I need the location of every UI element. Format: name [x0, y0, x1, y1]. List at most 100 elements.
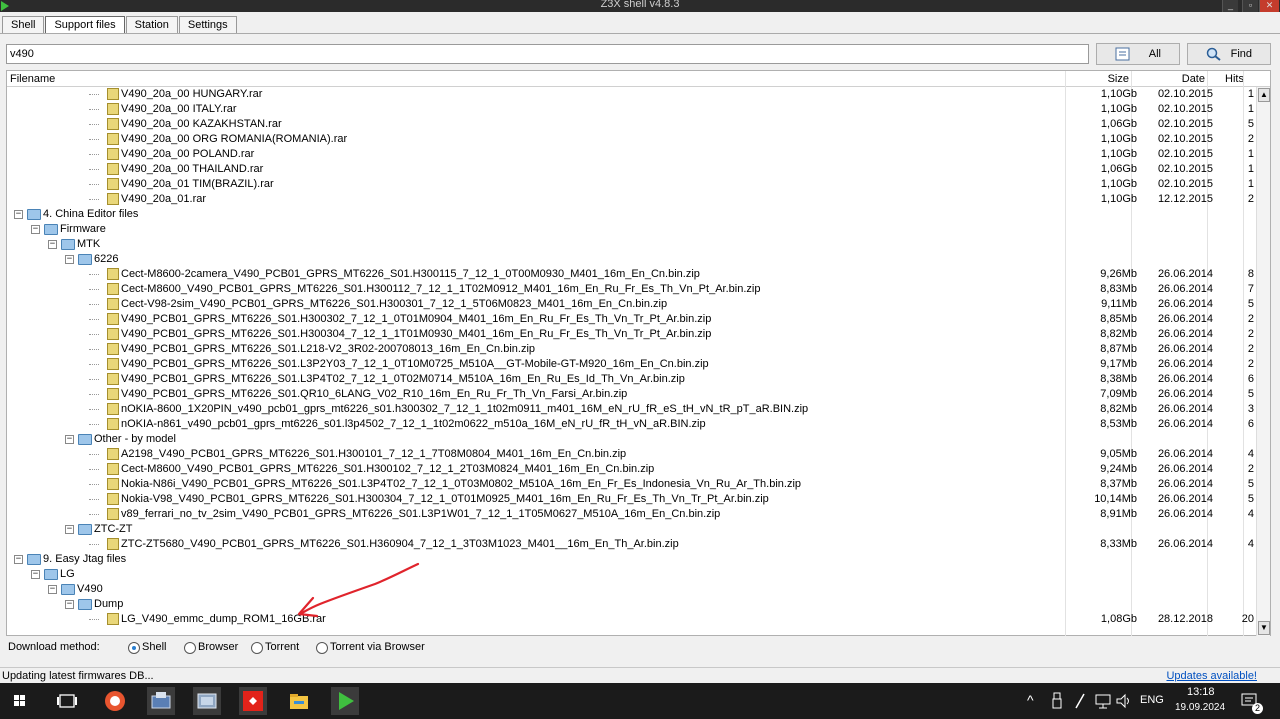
tree-file-row[interactable]: Cect-M8600_V490_PCB01_GPRS_MT6226_S01.H3…: [7, 462, 1257, 477]
tab-settings[interactable]: Settings: [178, 16, 237, 33]
volume-icon[interactable]: [1115, 692, 1133, 710]
collapse-icon[interactable]: −: [31, 225, 40, 234]
minimize-button[interactable]: _: [1222, 0, 1238, 12]
updates-available-link[interactable]: Updates available!: [1166, 670, 1257, 682]
language-indicator[interactable]: ENG: [1140, 694, 1164, 706]
tree-file-row[interactable]: LG_V490_emmc_dump_ROM1_16GB.rar 1,08Gb 28.…: [7, 612, 1257, 627]
tree-folder-row[interactable]: − Dump: [7, 597, 1257, 612]
tree-file-row[interactable]: v89_ferrari_no_tv_2sim_V490_PCB01_GPRS_M…: [7, 507, 1257, 522]
scroll-down-icon[interactable]: ▼: [1258, 621, 1270, 635]
collapse-icon[interactable]: −: [65, 435, 74, 444]
tree-file-row[interactable]: V490_20a_00 KAZAKHSTAN.rar 1,06Gb 02.10.20…: [7, 117, 1257, 132]
tree-file-row[interactable]: Nokia-V98_V490_PCB01_GPRS_MT6226_S01.H30…: [7, 492, 1257, 507]
collapse-icon[interactable]: −: [65, 525, 74, 534]
tree-file-row[interactable]: V490_20a_01.rar 1,10Gb 12.12.2015 2: [7, 192, 1257, 207]
collapse-icon[interactable]: −: [31, 570, 40, 579]
collapse-icon[interactable]: −: [14, 555, 23, 564]
device-manager-icon[interactable]: [193, 687, 221, 715]
windows-start-icon[interactable]: [6, 687, 34, 715]
tree-file-row[interactable]: Cect-V98-2sim_V490_PCB01_GPRS_MT6226_S01…: [7, 297, 1257, 312]
pen-icon[interactable]: [1073, 692, 1087, 710]
tree-file-row[interactable]: A2198_V490_PCB01_GPRS_MT6226_S01.H300101…: [7, 447, 1257, 462]
tab-shell[interactable]: Shell: [2, 16, 45, 33]
column-hits[interactable]: Hits: [1225, 73, 1244, 85]
collapse-icon[interactable]: −: [65, 255, 74, 264]
radio-icon: [251, 642, 263, 654]
archive-file-icon: [107, 133, 119, 145]
z3x-shell-icon[interactable]: [331, 687, 359, 715]
all-button[interactable]: All: [1096, 43, 1180, 65]
collapse-icon[interactable]: −: [48, 240, 57, 249]
file-date: 02.10.2015: [1157, 133, 1213, 145]
usb-icon[interactable]: [1050, 692, 1064, 710]
tree-folder-row[interactable]: − ZTC-ZT: [7, 522, 1257, 537]
tree-file-row[interactable]: nOKIA-8600_1X20PIN_v490_pcb01_gprs_mt622…: [7, 402, 1257, 417]
tree-file-row[interactable]: V490_20a_00 THAILAND.rar 1,06Gb 02.10.2015…: [7, 162, 1257, 177]
tree-file-row[interactable]: V490_20a_00 ITALY.rar 1,10Gb 02.10.2015 1: [7, 102, 1257, 117]
task-view-icon[interactable]: [53, 687, 81, 715]
collapse-icon[interactable]: −: [48, 585, 57, 594]
tree-folder-row[interactable]: − MTK: [7, 237, 1257, 252]
tree-file-row[interactable]: nOKIA-n861_v490_pcb01_gprs_mt6226_s01.l3…: [7, 417, 1257, 432]
file-hits: 1: [1247, 163, 1254, 175]
clock-time[interactable]: 13:18: [1187, 686, 1215, 698]
collapse-icon[interactable]: −: [65, 600, 74, 609]
file-name: V490_20a_00 THAILAND.rar: [121, 163, 264, 175]
vertical-scrollbar[interactable]: ▲ ▼: [1256, 87, 1270, 636]
tree-file-row[interactable]: Nokia-N86i_V490_PCB01_GPRS_MT6226_S01.L3…: [7, 477, 1257, 492]
network-icon[interactable]: [1094, 692, 1112, 710]
tree-folder-row[interactable]: − 9. Easy Jtag files: [7, 552, 1257, 567]
network-app-icon[interactable]: [147, 687, 175, 715]
tray-expand-icon[interactable]: ^: [1027, 692, 1034, 708]
tree-connector: [89, 154, 99, 155]
notification-count-badge: 2: [1252, 703, 1263, 714]
column-filename[interactable]: Filename: [10, 73, 55, 85]
find-button[interactable]: Find: [1187, 43, 1271, 65]
column-size[interactable]: Size: [1108, 73, 1129, 85]
tree-file-row[interactable]: V490_20a_00 ORG ROMANIA(ROMANIA).rar 1,10…: [7, 132, 1257, 147]
tree-file-row[interactable]: Cect-M8600-2camera_V490_PCB01_GPRS_MT622…: [7, 267, 1257, 282]
maximize-button[interactable]: ▫: [1242, 0, 1258, 12]
anydesk-icon[interactable]: [239, 687, 267, 715]
tree-file-row[interactable]: V490_PCB01_GPRS_MT6226_S01.L218-V2_3R02-…: [7, 342, 1257, 357]
tree-folder-row[interactable]: − Firmware: [7, 222, 1257, 237]
tab-support-files[interactable]: Support files: [45, 16, 125, 34]
tree-file-row[interactable]: V490_PCB01_GPRS_MT6226_S01.H300304_7_12_…: [7, 327, 1257, 342]
tab-station[interactable]: Station: [125, 16, 178, 33]
file-date: 26.06.2014: [1157, 283, 1213, 295]
tree-folder-row[interactable]: − Other - by model: [7, 432, 1257, 447]
scroll-up-icon[interactable]: ▲: [1258, 88, 1270, 102]
tree-file-row[interactable]: V490_PCB01_GPRS_MT6226_S01.QR10_6LANG_V0…: [7, 387, 1257, 402]
tree-file-row[interactable]: ZTC-ZT5680_V490_PCB01_GPRS_MT6226_S01.H3…: [7, 537, 1257, 552]
archive-file-icon: [107, 478, 119, 490]
file-hits: 2: [1247, 133, 1254, 145]
tree-file-row[interactable]: V490_20a_00 HUNGARY.rar 1,10Gb 02.10.2015 1: [7, 87, 1257, 102]
tree-folder-row[interactable]: − V490: [7, 582, 1257, 597]
tree-file-row[interactable]: V490_20a_00 POLAND.rar 1,10Gb 02.10.2015 1: [7, 147, 1257, 162]
file-hits: 1: [1247, 178, 1254, 190]
search-input[interactable]: [6, 44, 1089, 64]
tree-connector: [89, 379, 99, 380]
archive-file-icon: [107, 358, 119, 370]
file-explorer-icon[interactable]: [285, 687, 313, 715]
tree-file-row[interactable]: Cect-M8600_V490_PCB01_GPRS_MT6226_S01.H3…: [7, 282, 1257, 297]
tree-connector: [89, 499, 99, 500]
tree-connector: [89, 409, 99, 410]
tree-folder-row[interactable]: − LG: [7, 567, 1257, 582]
file-size: 1,06Gb: [1100, 118, 1137, 130]
folder-icon: [44, 224, 58, 235]
file-date: 26.06.2014: [1157, 478, 1213, 490]
tree-folder-row[interactable]: − 6226: [7, 252, 1257, 267]
tree-folder-row[interactable]: − 4. China Editor files: [7, 207, 1257, 222]
browser-app-icon[interactable]: [101, 687, 129, 715]
tree-file-row[interactable]: V490_20a_01 TIM(BRAZIL).rar 1,10Gb 02.10.2…: [7, 177, 1257, 192]
tree-file-row[interactable]: V490_PCB01_GPRS_MT6226_S01.L3P4T02_7_12_…: [7, 372, 1257, 387]
archive-file-icon: [107, 373, 119, 385]
column-date[interactable]: Date: [1182, 73, 1205, 85]
tree-file-row[interactable]: V490_PCB01_GPRS_MT6226_S01.L3P2Y03_7_12_…: [7, 357, 1257, 372]
file-size: 8,82Mb: [1100, 328, 1137, 340]
close-button[interactable]: ✕: [1259, 0, 1279, 12]
tree-file-row[interactable]: V490_PCB01_GPRS_MT6226_S01.H300302_7_12_…: [7, 312, 1257, 327]
collapse-icon[interactable]: −: [14, 210, 23, 219]
clock-date[interactable]: 19.09.2024: [1175, 702, 1225, 713]
